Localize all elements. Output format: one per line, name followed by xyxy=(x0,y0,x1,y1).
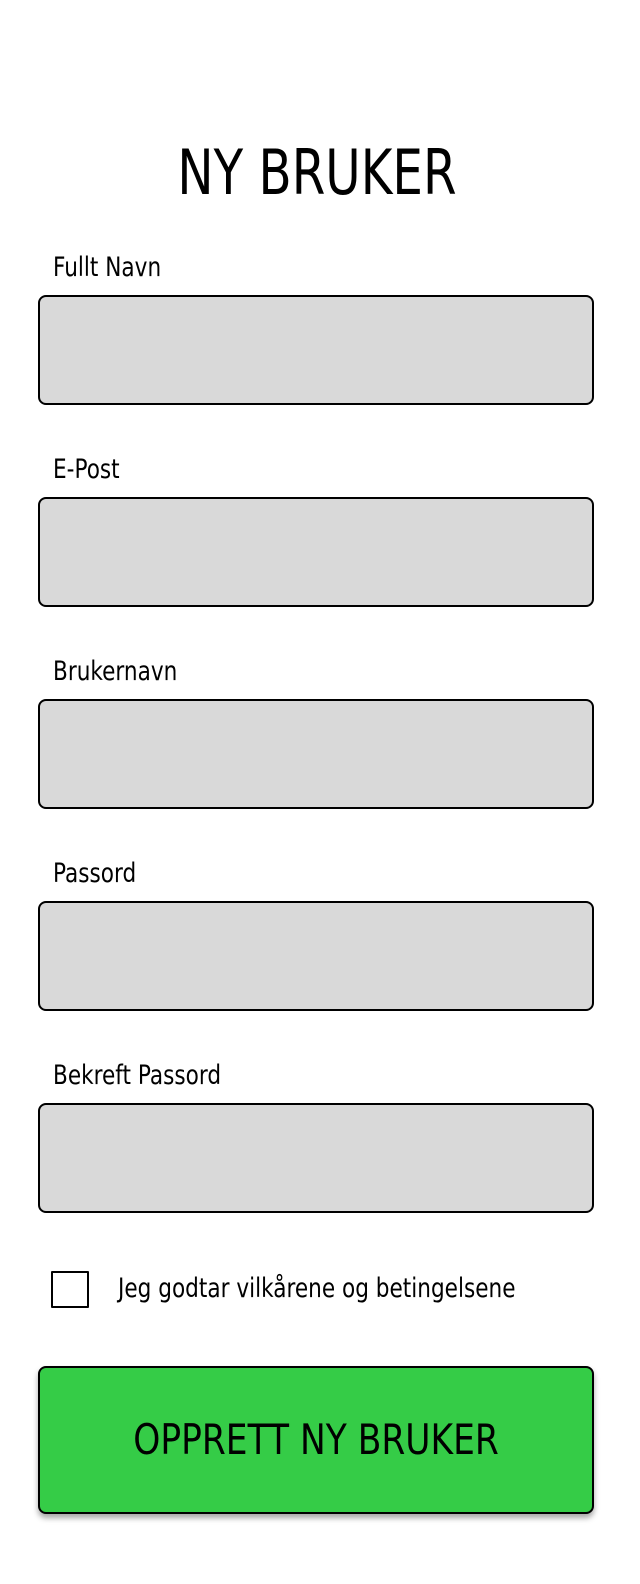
username-input[interactable] xyxy=(38,699,594,809)
password-input[interactable] xyxy=(38,901,594,1011)
terms-label: Jeg godtar vilkårene og betingelsene xyxy=(118,1273,516,1304)
full-name-label: Fullt Navn xyxy=(53,252,162,283)
username-label: Brukernavn xyxy=(53,656,178,687)
terms-checkbox[interactable] xyxy=(51,1271,89,1308)
signup-page: NY BRUKER Fullt Navn E-Post Brukernavn P… xyxy=(0,0,640,1584)
confirm-password-input[interactable] xyxy=(38,1103,594,1213)
create-user-button[interactable]: OPPRETT NY BRUKER xyxy=(38,1366,594,1514)
full-name-input[interactable] xyxy=(38,295,594,405)
password-label: Passord xyxy=(53,858,137,889)
create-user-button-label: OPPRETT NY BRUKER xyxy=(133,1415,499,1464)
confirm-password-label: Bekreft Passord xyxy=(53,1060,222,1091)
email-label: E-Post xyxy=(53,454,120,485)
page-title: NY BRUKER xyxy=(177,136,457,209)
email-input[interactable] xyxy=(38,497,594,607)
